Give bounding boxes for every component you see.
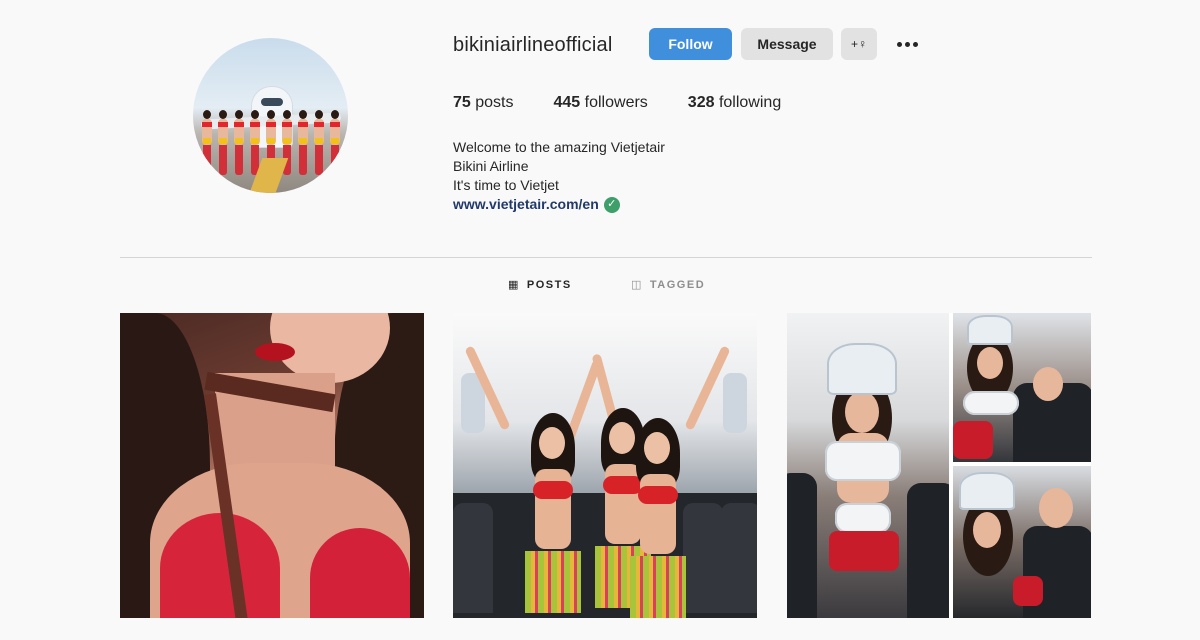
post2-seat [721, 503, 757, 613]
stat-following-label: following [718, 94, 782, 111]
verified-check-icon: ✓ [603, 196, 620, 213]
tab-tagged[interactable]: ◫ TAGGED [631, 278, 706, 292]
post3-main-photo [787, 313, 949, 618]
post2-seat [453, 503, 493, 613]
follow-button[interactable]: Follow [649, 28, 732, 60]
suggest-user-button[interactable]: +♀ [841, 28, 877, 60]
profile-tabs: ▦ POSTS ◫ TAGGED [0, 278, 1200, 298]
stat-following-count: 328 [687, 94, 715, 111]
tag-icon: ◫ [631, 279, 643, 291]
bio-line-1: Welcome to the amazing Vietjetair [453, 139, 665, 155]
profile-avatar[interactable] [193, 38, 348, 193]
tab-tagged-label: TAGGED [649, 278, 706, 291]
more-dot-icon [904, 41, 910, 47]
profile-bio: Welcome to the amazing Vietjetair Bikini… [453, 138, 665, 214]
section-divider [120, 257, 1092, 258]
post-tile-3[interactable] [787, 313, 1091, 618]
post1-bikini-left [160, 513, 280, 618]
stat-followers-count: 445 [553, 94, 581, 111]
post-tile-2[interactable] [453, 313, 757, 618]
post3-bottom-right-photo [953, 466, 1091, 618]
stat-following[interactable]: 328 following [688, 94, 781, 112]
post2-seat [683, 503, 723, 613]
post1-lips [255, 343, 295, 361]
post2-window [723, 373, 747, 433]
message-button[interactable]: Message [741, 28, 833, 60]
post3-top-right-photo [953, 313, 1091, 462]
bio-website-text: www.vietjetair.com/en [453, 196, 599, 212]
more-options-button[interactable] [893, 33, 921, 55]
bio-line-2: Bikini Airline [453, 158, 529, 174]
tab-posts[interactable]: ▦ POSTS [508, 278, 572, 292]
stat-posts-count: 75 [453, 94, 471, 111]
bio-website-link[interactable]: www.vietjetair.com/en ✓ [453, 195, 620, 214]
stat-posts: 75 posts [453, 94, 514, 112]
add-person-icon: +♀ [850, 37, 867, 51]
more-dot-icon [912, 41, 918, 47]
stat-followers[interactable]: 445 followers [554, 94, 648, 112]
bio-line-3: It's time to Vietjet [453, 177, 559, 193]
post2-dancer-right [628, 418, 688, 618]
post2-dancer-left [523, 413, 583, 613]
tab-posts-label: POSTS [526, 278, 572, 291]
stat-posts-label: posts [475, 94, 514, 111]
grid-icon: ▦ [508, 279, 520, 291]
more-dot-icon [896, 41, 902, 47]
post1-bikini-right [310, 528, 410, 618]
profile-stats: 75 posts 445 followers 328 following [453, 94, 821, 112]
post-tile-1[interactable] [120, 313, 424, 618]
profile-username: bikiniairlineofficial [453, 34, 613, 56]
stat-followers-label: followers [584, 94, 648, 111]
